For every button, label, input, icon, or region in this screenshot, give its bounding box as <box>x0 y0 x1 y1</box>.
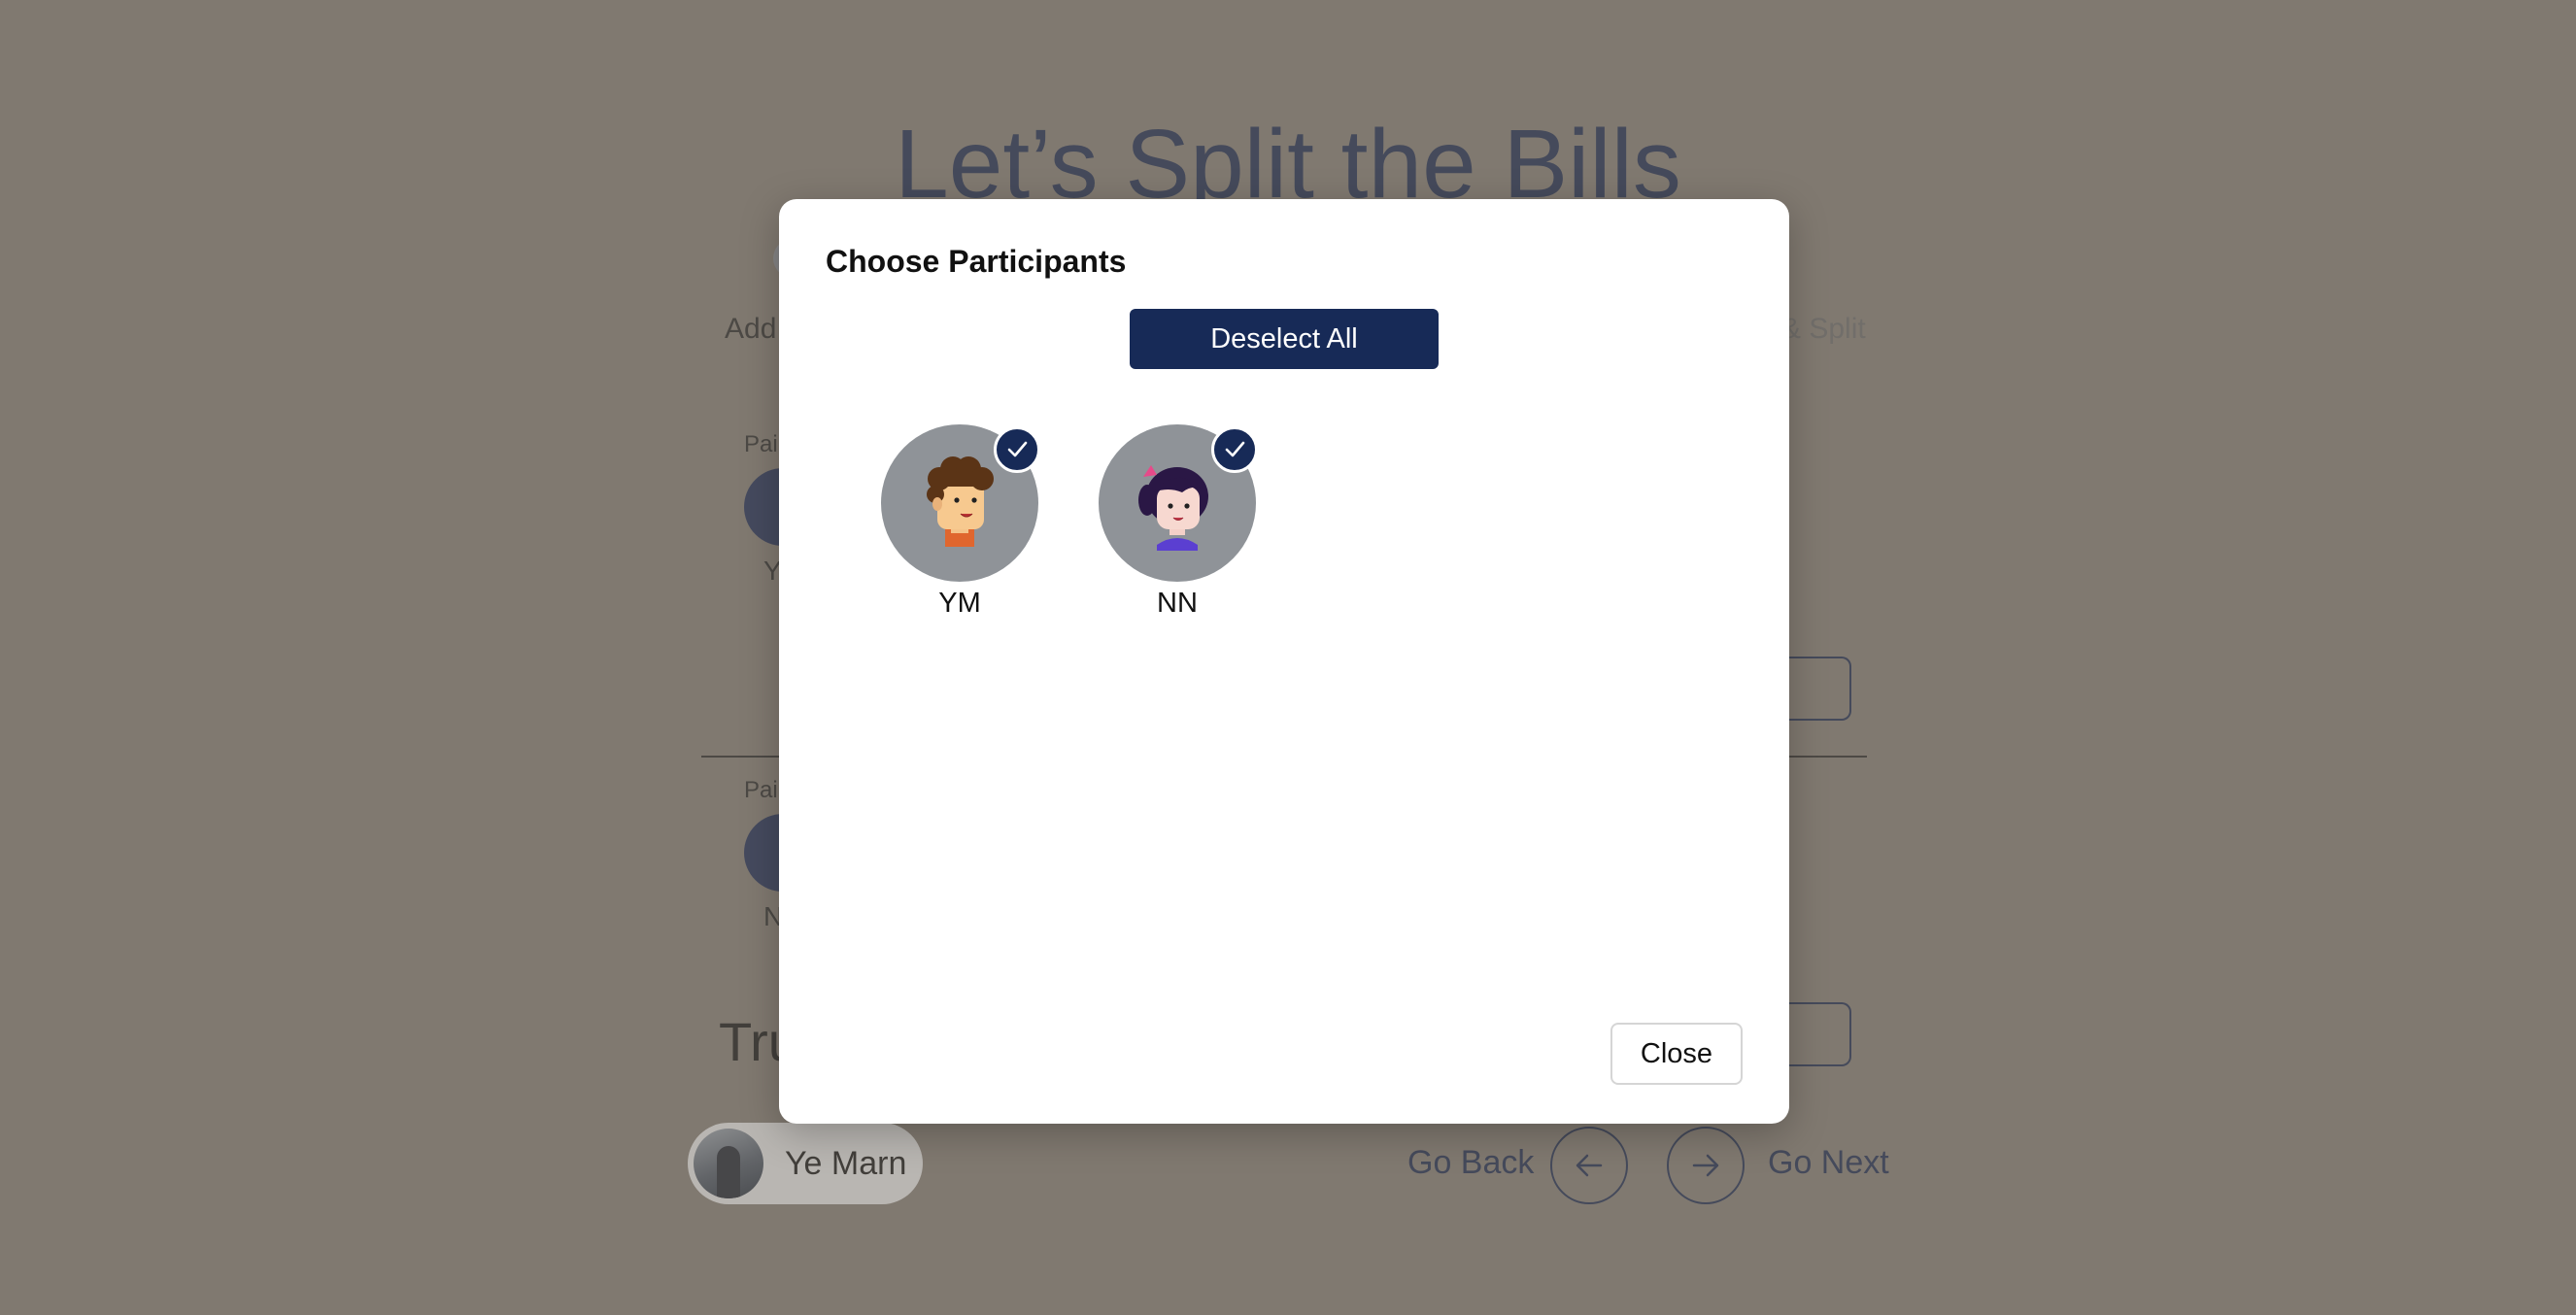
step-label-split: & Split <box>1781 313 1866 345</box>
go-next-button[interactable] <box>1667 1127 1745 1204</box>
go-next-label[interactable]: Go Next <box>1768 1144 1889 1182</box>
selected-check[interactable] <box>1211 426 1258 473</box>
arrow-right-icon <box>1692 1154 1719 1177</box>
participant-avatar[interactable] <box>881 424 1040 582</box>
user-chip[interactable]: Ye Marn <box>688 1123 923 1204</box>
modal-title: Choose Participants <box>826 244 1127 279</box>
participant-nn[interactable]: NN <box>1099 424 1258 620</box>
deselect-all-button[interactable]: Deselect All <box>1130 309 1439 369</box>
checkmark-icon <box>1225 441 1245 457</box>
choose-participants-modal: Choose Participants Deselect All YM NN C… <box>779 199 1789 1124</box>
arrow-left-icon <box>1576 1154 1603 1177</box>
participant-name: NN <box>1157 588 1198 619</box>
close-button[interactable]: Close <box>1610 1023 1743 1085</box>
go-back-label[interactable]: Go Back <box>1407 1144 1534 1182</box>
step-label-add: Add <box>725 313 777 345</box>
selected-check[interactable] <box>994 426 1040 473</box>
user-name: Ye Marn <box>785 1144 907 1182</box>
user-photo <box>694 1129 763 1198</box>
participant-ym[interactable]: YM <box>881 424 1040 620</box>
go-back-button[interactable] <box>1550 1127 1628 1204</box>
participant-name: YM <box>938 588 981 619</box>
participant-avatar[interactable] <box>1099 424 1258 582</box>
checkmark-icon <box>1007 441 1028 457</box>
